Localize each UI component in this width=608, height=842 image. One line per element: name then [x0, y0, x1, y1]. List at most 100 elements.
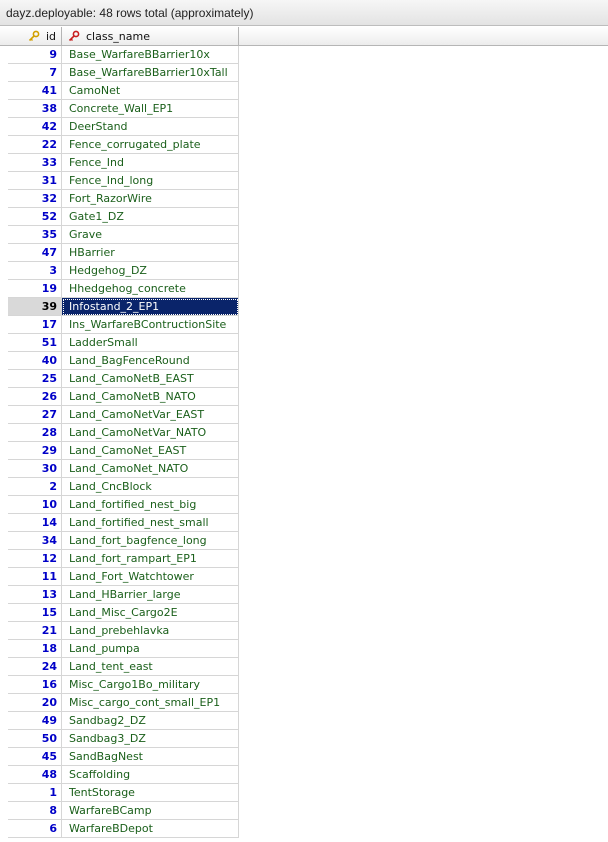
class-name-cell[interactable]: Infostand_2_EP1 [62, 298, 239, 316]
table-row[interactable]: 31 Fence_Ind_long [0, 172, 608, 190]
id-cell[interactable]: 15 [8, 604, 62, 622]
id-cell[interactable]: 38 [8, 100, 62, 118]
class-name-cell[interactable]: Scaffolding [62, 766, 239, 784]
table-row[interactable]: 26 Land_CamoNetB_NATO [0, 388, 608, 406]
table-row[interactable]: 47 HBarrier [0, 244, 608, 262]
table-row[interactable]: 28 Land_CamoNetVar_NATO [0, 424, 608, 442]
table-row[interactable]: 25 Land_CamoNetB_EAST [0, 370, 608, 388]
id-cell[interactable]: 24 [8, 658, 62, 676]
class-name-cell[interactable]: Gate1_DZ [62, 208, 239, 226]
class-name-cell[interactable]: Land_CamoNet_NATO [62, 460, 239, 478]
class-name-cell[interactable]: Land_fort_rampart_EP1 [62, 550, 239, 568]
table-row[interactable]: 6 WarfareBDepot [0, 820, 608, 838]
id-cell[interactable]: 11 [8, 568, 62, 586]
id-cell[interactable]: 26 [8, 388, 62, 406]
table-row[interactable]: 50 Sandbag3_DZ [0, 730, 608, 748]
id-cell[interactable]: 16 [8, 676, 62, 694]
class-name-cell[interactable]: Fence_corrugated_plate [62, 136, 239, 154]
class-name-cell[interactable]: SandBagNest [62, 748, 239, 766]
class-name-cell[interactable]: Land_CamoNetVar_NATO [62, 424, 239, 442]
class-name-cell[interactable]: Sandbag3_DZ [62, 730, 239, 748]
table-row[interactable]: 11 Land_Fort_Watchtower [0, 568, 608, 586]
class-name-cell[interactable]: WarfareBDepot [62, 820, 239, 838]
table-row[interactable]: 51 LadderSmall [0, 334, 608, 352]
table-row[interactable]: 10 Land_fortified_nest_big [0, 496, 608, 514]
table-row[interactable]: 35 Grave [0, 226, 608, 244]
id-cell[interactable]: 30 [8, 460, 62, 478]
table-row[interactable]: 3 Hedgehog_DZ [0, 262, 608, 280]
table-row[interactable]: 13 Land_HBarrier_large [0, 586, 608, 604]
class-name-cell[interactable]: Hedgehog_DZ [62, 262, 239, 280]
table-row[interactable]: 38 Concrete_Wall_EP1 [0, 100, 608, 118]
class-name-cell[interactable]: Land_CncBlock [62, 478, 239, 496]
class-name-cell[interactable]: CamoNet [62, 82, 239, 100]
class-name-cell[interactable]: Land_fortified_nest_small [62, 514, 239, 532]
table-row[interactable]: 48 Scaffolding [0, 766, 608, 784]
id-cell[interactable]: 49 [8, 712, 62, 730]
class-name-cell[interactable]: DeerStand [62, 118, 239, 136]
table-row[interactable]: 34 Land_fort_bagfence_long [0, 532, 608, 550]
table-row[interactable]: 17 Ins_WarfareBContructionSite [0, 316, 608, 334]
class-name-cell[interactable]: Land_HBarrier_large [62, 586, 239, 604]
table-row[interactable]: 19 Hhedgehog_concrete [0, 280, 608, 298]
id-cell[interactable]: 17 [8, 316, 62, 334]
class-name-cell[interactable]: Base_WarfareBBarrier10x [62, 46, 239, 64]
table-row[interactable]: 16 Misc_Cargo1Bo_military [0, 676, 608, 694]
class-name-cell[interactable]: Land_CamoNet_EAST [62, 442, 239, 460]
table-row[interactable]: 30 Land_CamoNet_NATO [0, 460, 608, 478]
table-row[interactable]: 20 Misc_cargo_cont_small_EP1 [0, 694, 608, 712]
id-cell[interactable]: 8 [8, 802, 62, 820]
table-row[interactable]: 21 Land_prebehlavka [0, 622, 608, 640]
id-cell[interactable]: 35 [8, 226, 62, 244]
table-row[interactable]: 18 Land_pumpa [0, 640, 608, 658]
table-row[interactable]: 29 Land_CamoNet_EAST [0, 442, 608, 460]
id-cell[interactable]: 2 [8, 478, 62, 496]
id-cell[interactable]: 7 [8, 64, 62, 82]
id-cell[interactable]: 3 [8, 262, 62, 280]
table-row[interactable]: 39 Infostand_2_EP1 [0, 298, 608, 316]
id-cell[interactable]: 18 [8, 640, 62, 658]
id-cell[interactable]: 39 [8, 298, 62, 316]
class-name-cell[interactable]: Land_CamoNetB_EAST [62, 370, 239, 388]
id-cell[interactable]: 25 [8, 370, 62, 388]
id-cell[interactable]: 33 [8, 154, 62, 172]
class-name-cell[interactable]: TentStorage [62, 784, 239, 802]
table-row[interactable]: 32 Fort_RazorWire [0, 190, 608, 208]
data-grid[interactable]: id class_name 9 Base_WarfareBBarrier10x 7 B… [0, 26, 608, 842]
table-row[interactable]: 22 Fence_corrugated_plate [0, 136, 608, 154]
class-name-cell[interactable]: Land_pumpa [62, 640, 239, 658]
id-cell[interactable]: 40 [8, 352, 62, 370]
class-name-cell[interactable]: HBarrier [62, 244, 239, 262]
id-cell[interactable]: 6 [8, 820, 62, 838]
column-header-id[interactable]: id [8, 27, 62, 45]
id-cell[interactable]: 32 [8, 190, 62, 208]
table-row[interactable]: 8 WarfareBCamp [0, 802, 608, 820]
id-cell[interactable]: 48 [8, 766, 62, 784]
table-row[interactable]: 15 Land_Misc_Cargo2E [0, 604, 608, 622]
id-cell[interactable]: 9 [8, 46, 62, 64]
class-name-cell[interactable]: WarfareBCamp [62, 802, 239, 820]
class-name-cell[interactable]: Ins_WarfareBContructionSite [62, 316, 239, 334]
table-row[interactable]: 14 Land_fortified_nest_small [0, 514, 608, 532]
id-cell[interactable]: 34 [8, 532, 62, 550]
class-name-cell[interactable]: Land_prebehlavka [62, 622, 239, 640]
class-name-cell[interactable]: Land_Fort_Watchtower [62, 568, 239, 586]
id-cell[interactable]: 45 [8, 748, 62, 766]
class-name-cell[interactable]: Land_CamoNetVar_EAST [62, 406, 239, 424]
id-cell[interactable]: 12 [8, 550, 62, 568]
id-cell[interactable]: 13 [8, 586, 62, 604]
id-cell[interactable]: 47 [8, 244, 62, 262]
class-name-cell[interactable]: Misc_cargo_cont_small_EP1 [62, 694, 239, 712]
table-row[interactable]: 7 Base_WarfareBBarrier10xTall [0, 64, 608, 82]
class-name-cell[interactable]: Land_fort_bagfence_long [62, 532, 239, 550]
class-name-cell[interactable]: Hhedgehog_concrete [62, 280, 239, 298]
id-cell[interactable]: 14 [8, 514, 62, 532]
id-cell[interactable]: 51 [8, 334, 62, 352]
id-cell[interactable]: 21 [8, 622, 62, 640]
class-name-cell[interactable]: Land_CamoNetB_NATO [62, 388, 239, 406]
class-name-cell[interactable]: Land_tent_east [62, 658, 239, 676]
class-name-cell[interactable]: Land_BagFenceRound [62, 352, 239, 370]
table-row[interactable]: 2 Land_CncBlock [0, 478, 608, 496]
class-name-cell[interactable]: Land_fortified_nest_big [62, 496, 239, 514]
class-name-cell[interactable]: Grave [62, 226, 239, 244]
